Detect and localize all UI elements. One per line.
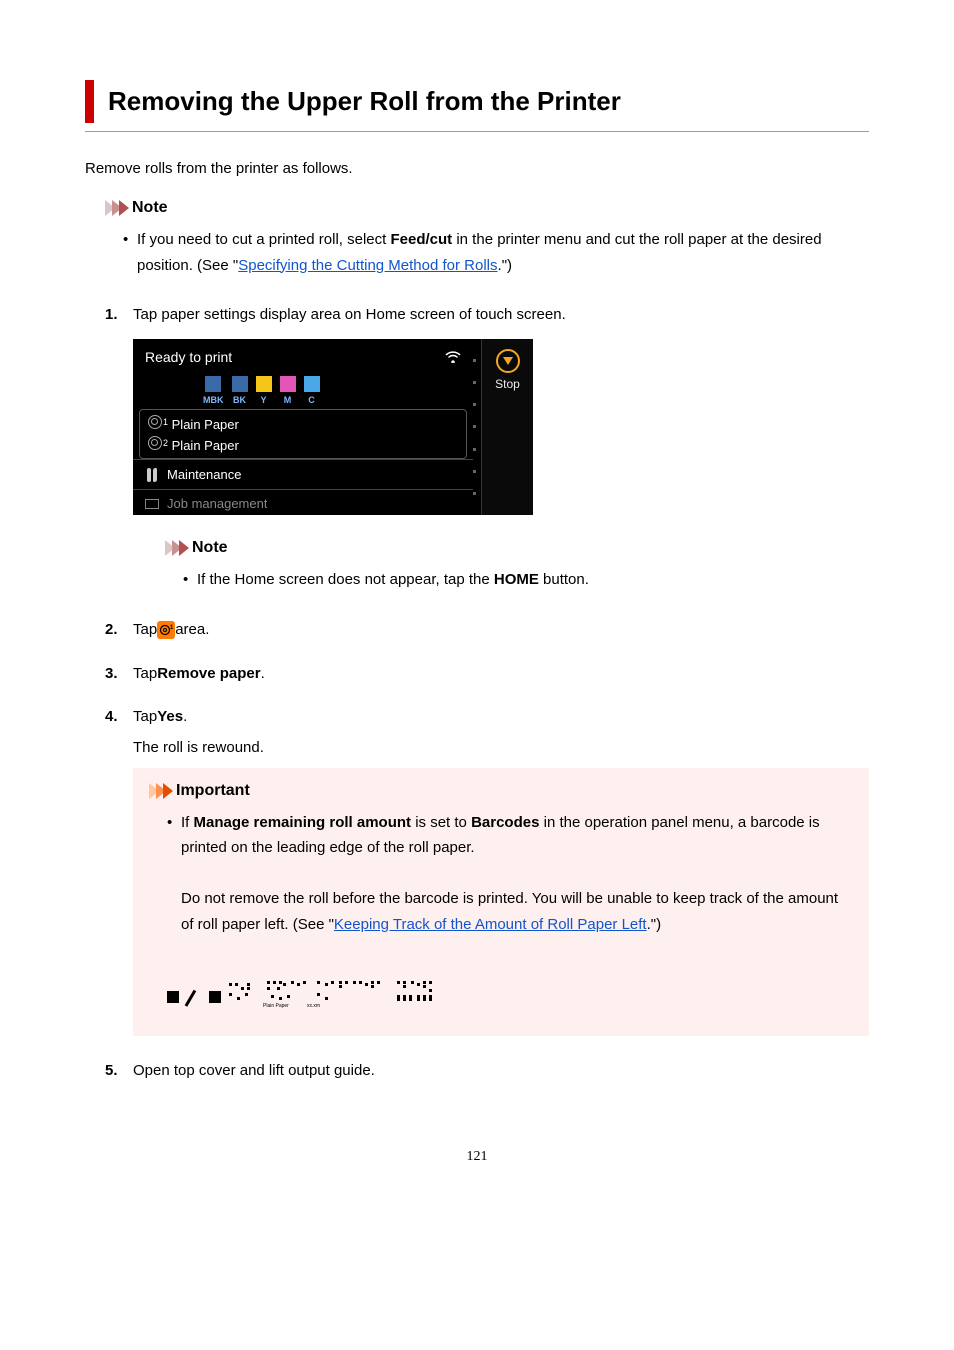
ink-levels[interactable]: MBKBKYMC	[133, 372, 473, 409]
job-management-row[interactable]: Job management	[133, 489, 473, 515]
important-text: If Manage remaining roll amount is set t…	[181, 810, 853, 938]
page-number: 121	[85, 1149, 869, 1165]
maintenance-icon	[145, 468, 159, 482]
stop-icon	[496, 349, 520, 373]
note-heading: Note	[132, 199, 168, 217]
note-block-1: Note • If you need to cut a printed roll…	[105, 199, 869, 278]
step-4-detail: The roll is rewound.	[133, 739, 869, 756]
step-2: Tap 1 area.	[105, 621, 869, 639]
wifi-icon	[445, 349, 461, 366]
link-cutting-method[interactable]: Specifying the Cutting Method for Rolls	[238, 257, 497, 274]
roll-1-label: Plain Paper	[172, 417, 239, 432]
step-3: Tap Remove paper.	[105, 665, 869, 682]
maintenance-row[interactable]: Maintenance	[133, 459, 473, 489]
note-block-2: Note • If the Home screen does not appea…	[165, 539, 869, 593]
link-roll-paper-left[interactable]: Keeping Track of the Amount of Roll Pape…	[334, 916, 647, 933]
roll-1-icon	[148, 415, 162, 429]
important-chevron-icon	[149, 783, 170, 799]
barcode-illustration: Plain Paper xx.xm	[167, 953, 853, 1018]
svg-text:xx.xm: xx.xm	[307, 1003, 320, 1009]
important-block: Important • If Manage remaining roll amo…	[133, 768, 869, 1036]
step-5: Open top cover and lift output guide.	[105, 1062, 869, 1079]
roll-2-label: Plain Paper	[172, 438, 239, 453]
paper-settings-area[interactable]: 1 Plain Paper 2 Plain Paper	[139, 409, 467, 459]
job-label: Job management	[167, 496, 267, 511]
note-chevron-icon	[165, 540, 186, 556]
printer-touchscreen: Stop Ready to print MBKBKYMC 1 Plain Pap…	[133, 339, 533, 515]
svg-text:1: 1	[170, 625, 173, 631]
note-chevron-icon	[105, 200, 126, 216]
step-4: Tap Yes.	[105, 708, 869, 725]
intro-text: Remove rolls from the printer as follows…	[85, 160, 869, 177]
job-icon	[145, 499, 159, 509]
stop-button-area[interactable]: Stop	[481, 339, 533, 515]
important-heading: Important	[176, 782, 250, 800]
roll-2-icon	[148, 436, 162, 450]
maintenance-label: Maintenance	[167, 467, 241, 482]
note-heading-2: Note	[192, 539, 228, 557]
screen-status: Ready to print	[145, 349, 232, 366]
roll-1-area-icon: 1	[157, 621, 175, 639]
note2-text: If the Home screen does not appear, tap …	[197, 567, 869, 593]
stop-label: Stop	[495, 377, 520, 391]
note1-text: If you need to cut a printed roll, selec…	[137, 227, 869, 278]
svg-text:Plain Paper: Plain Paper	[263, 1003, 289, 1009]
page-title: Removing the Upper Roll from the Printer	[108, 80, 621, 123]
step-1: Tap paper settings display area on Home …	[105, 306, 869, 323]
